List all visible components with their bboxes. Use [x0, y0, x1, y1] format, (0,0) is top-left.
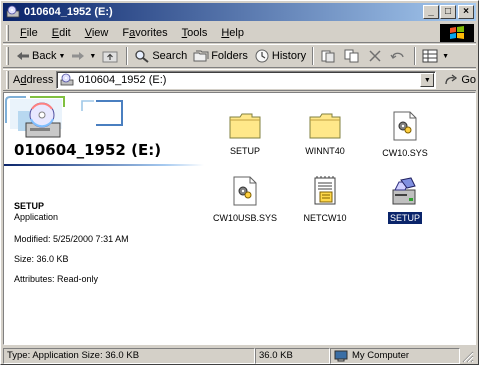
- file-attributes: Attributes: Read-only: [14, 274, 99, 284]
- toolbar-separator: [414, 47, 417, 65]
- explorer-window: 010604_1952 (E:) _ □ × File Edit View Fa…: [0, 0, 479, 365]
- web-view-pane: 010604_1952 (E:) SETUP Application Modif…: [4, 93, 204, 344]
- my-computer-icon: [334, 350, 348, 361]
- views-icon: [422, 49, 438, 63]
- standard-toolbar: Back ▼ ▼ Search Folders History ▼: [3, 44, 476, 68]
- delete-icon: [369, 50, 381, 62]
- menu-favorites[interactable]: Favorites: [115, 27, 174, 39]
- file-name: SETUP: [387, 212, 422, 224]
- folder-view[interactable]: 010604_1952 (E:) SETUP Application Modif…: [3, 92, 476, 345]
- search-label: Search: [152, 50, 188, 62]
- address-grip[interactable]: [6, 71, 9, 89]
- file-item-selected[interactable]: SETUP: [365, 176, 445, 224]
- menu-view[interactable]: View: [78, 27, 116, 39]
- system-file-icon: [393, 111, 417, 141]
- cd-drive-large-icon: [25, 102, 61, 138]
- back-arrow-icon: [17, 52, 29, 60]
- file-item[interactable]: CW10USB.SYS: [205, 176, 285, 224]
- address-bar: Address 010604_1952 (E:) ▼ Go: [3, 69, 476, 91]
- up-folder-icon: [102, 51, 118, 63]
- history-icon: [255, 49, 269, 63]
- search-button[interactable]: Search: [131, 46, 190, 66]
- selection-details: SETUP Application Modified: 5/25/2000 7:…: [14, 201, 199, 294]
- menu-grip[interactable]: [6, 24, 9, 41]
- status-zone: My Computer: [330, 347, 460, 364]
- status-info: Type: Application Size: 36.0 KB: [3, 347, 255, 364]
- resize-grip-icon[interactable]: [460, 349, 474, 363]
- move-to-icon: [321, 50, 335, 63]
- file-item[interactable]: SETUP: [205, 111, 285, 157]
- minimize-button[interactable]: _: [423, 5, 439, 19]
- forward-arrow-icon: [72, 52, 85, 60]
- search-icon: [135, 50, 149, 63]
- file-name: CW10.SYS: [382, 148, 428, 158]
- file-size: Size: 36.0 KB: [14, 254, 69, 264]
- menu-bar: File Edit View Favorites Tools Help: [3, 23, 476, 43]
- undo-button[interactable]: [387, 46, 411, 66]
- drive-title: 010604_1952 (E:): [14, 141, 162, 159]
- undo-icon: [390, 52, 404, 59]
- toolbar-separator: [126, 47, 129, 65]
- folders-icon: [193, 50, 209, 62]
- cd-drive-icon: [6, 5, 20, 18]
- modified-date: Modified: 5/25/2000 7:31 AM: [14, 234, 129, 244]
- file-item[interactable]: WINNT40: [285, 111, 365, 157]
- views-button[interactable]: ▼: [419, 46, 452, 66]
- forward-dropdown-icon[interactable]: ▼: [89, 53, 96, 60]
- menu-edit[interactable]: Edit: [45, 27, 78, 39]
- folders-label: Folders: [211, 50, 248, 62]
- views-dropdown-icon[interactable]: ▼: [442, 53, 449, 60]
- menu-help[interactable]: Help: [214, 27, 251, 39]
- title-divider: [4, 164, 204, 166]
- toolbar-separator: [312, 47, 315, 65]
- delete-button[interactable]: [365, 46, 387, 66]
- back-label: Back: [32, 50, 57, 62]
- address-label: Address: [12, 74, 54, 86]
- folders-button[interactable]: Folders: [190, 46, 251, 66]
- maximize-button[interactable]: □: [440, 5, 456, 19]
- file-name: NETCW10: [303, 213, 347, 223]
- file-item[interactable]: CW10.SYS: [365, 111, 445, 159]
- folder-icon: [229, 113, 261, 139]
- folder-icon: [309, 113, 341, 139]
- system-file-icon: [233, 176, 257, 206]
- setup-information-icon: [314, 176, 336, 205]
- status-bar: Type: Application Size: 36.0 KB 36.0 KB …: [3, 347, 476, 364]
- menu-tools[interactable]: Tools: [175, 27, 215, 39]
- up-folder-button[interactable]: [99, 46, 123, 66]
- history-label: History: [271, 50, 307, 62]
- copy-to-button[interactable]: [341, 46, 365, 66]
- file-name: WINNT40: [305, 146, 345, 156]
- go-arrow-icon: [445, 74, 458, 85]
- selected-item-name: SETUP: [14, 201, 45, 211]
- title-bar[interactable]: 010604_1952 (E:) _ □ ×: [3, 3, 476, 21]
- go-button[interactable]: Go: [444, 74, 476, 86]
- address-dropdown-button[interactable]: ▼: [420, 73, 435, 87]
- go-label: Go: [461, 74, 476, 86]
- back-button[interactable]: Back ▼: [13, 46, 68, 66]
- window-title: 010604_1952 (E:): [24, 6, 113, 18]
- close-button[interactable]: ×: [458, 5, 474, 19]
- selected-item-type: Application: [14, 212, 59, 222]
- address-value: 010604_1952 (E:): [78, 74, 167, 86]
- cd-drive-icon: [60, 73, 74, 86]
- zone-label: My Computer: [352, 350, 410, 361]
- move-to-button[interactable]: [317, 46, 341, 66]
- history-button[interactable]: History: [251, 46, 309, 66]
- copy-to-icon: [344, 49, 359, 63]
- status-size: 36.0 KB: [255, 347, 330, 364]
- file-name: SETUP: [229, 146, 260, 156]
- toolbar-grip[interactable]: [6, 47, 9, 65]
- forward-button[interactable]: ▼: [68, 46, 99, 66]
- windows-logo-icon: [440, 24, 474, 42]
- back-dropdown-icon[interactable]: ▼: [58, 53, 65, 60]
- menu-file[interactable]: File: [13, 27, 45, 39]
- address-input[interactable]: 010604_1952 (E:) ▼: [56, 71, 437, 89]
- file-item[interactable]: NETCW10: [285, 176, 365, 224]
- file-name: CW10USB.SYS: [212, 213, 278, 223]
- setup-application-icon: [392, 177, 416, 205]
